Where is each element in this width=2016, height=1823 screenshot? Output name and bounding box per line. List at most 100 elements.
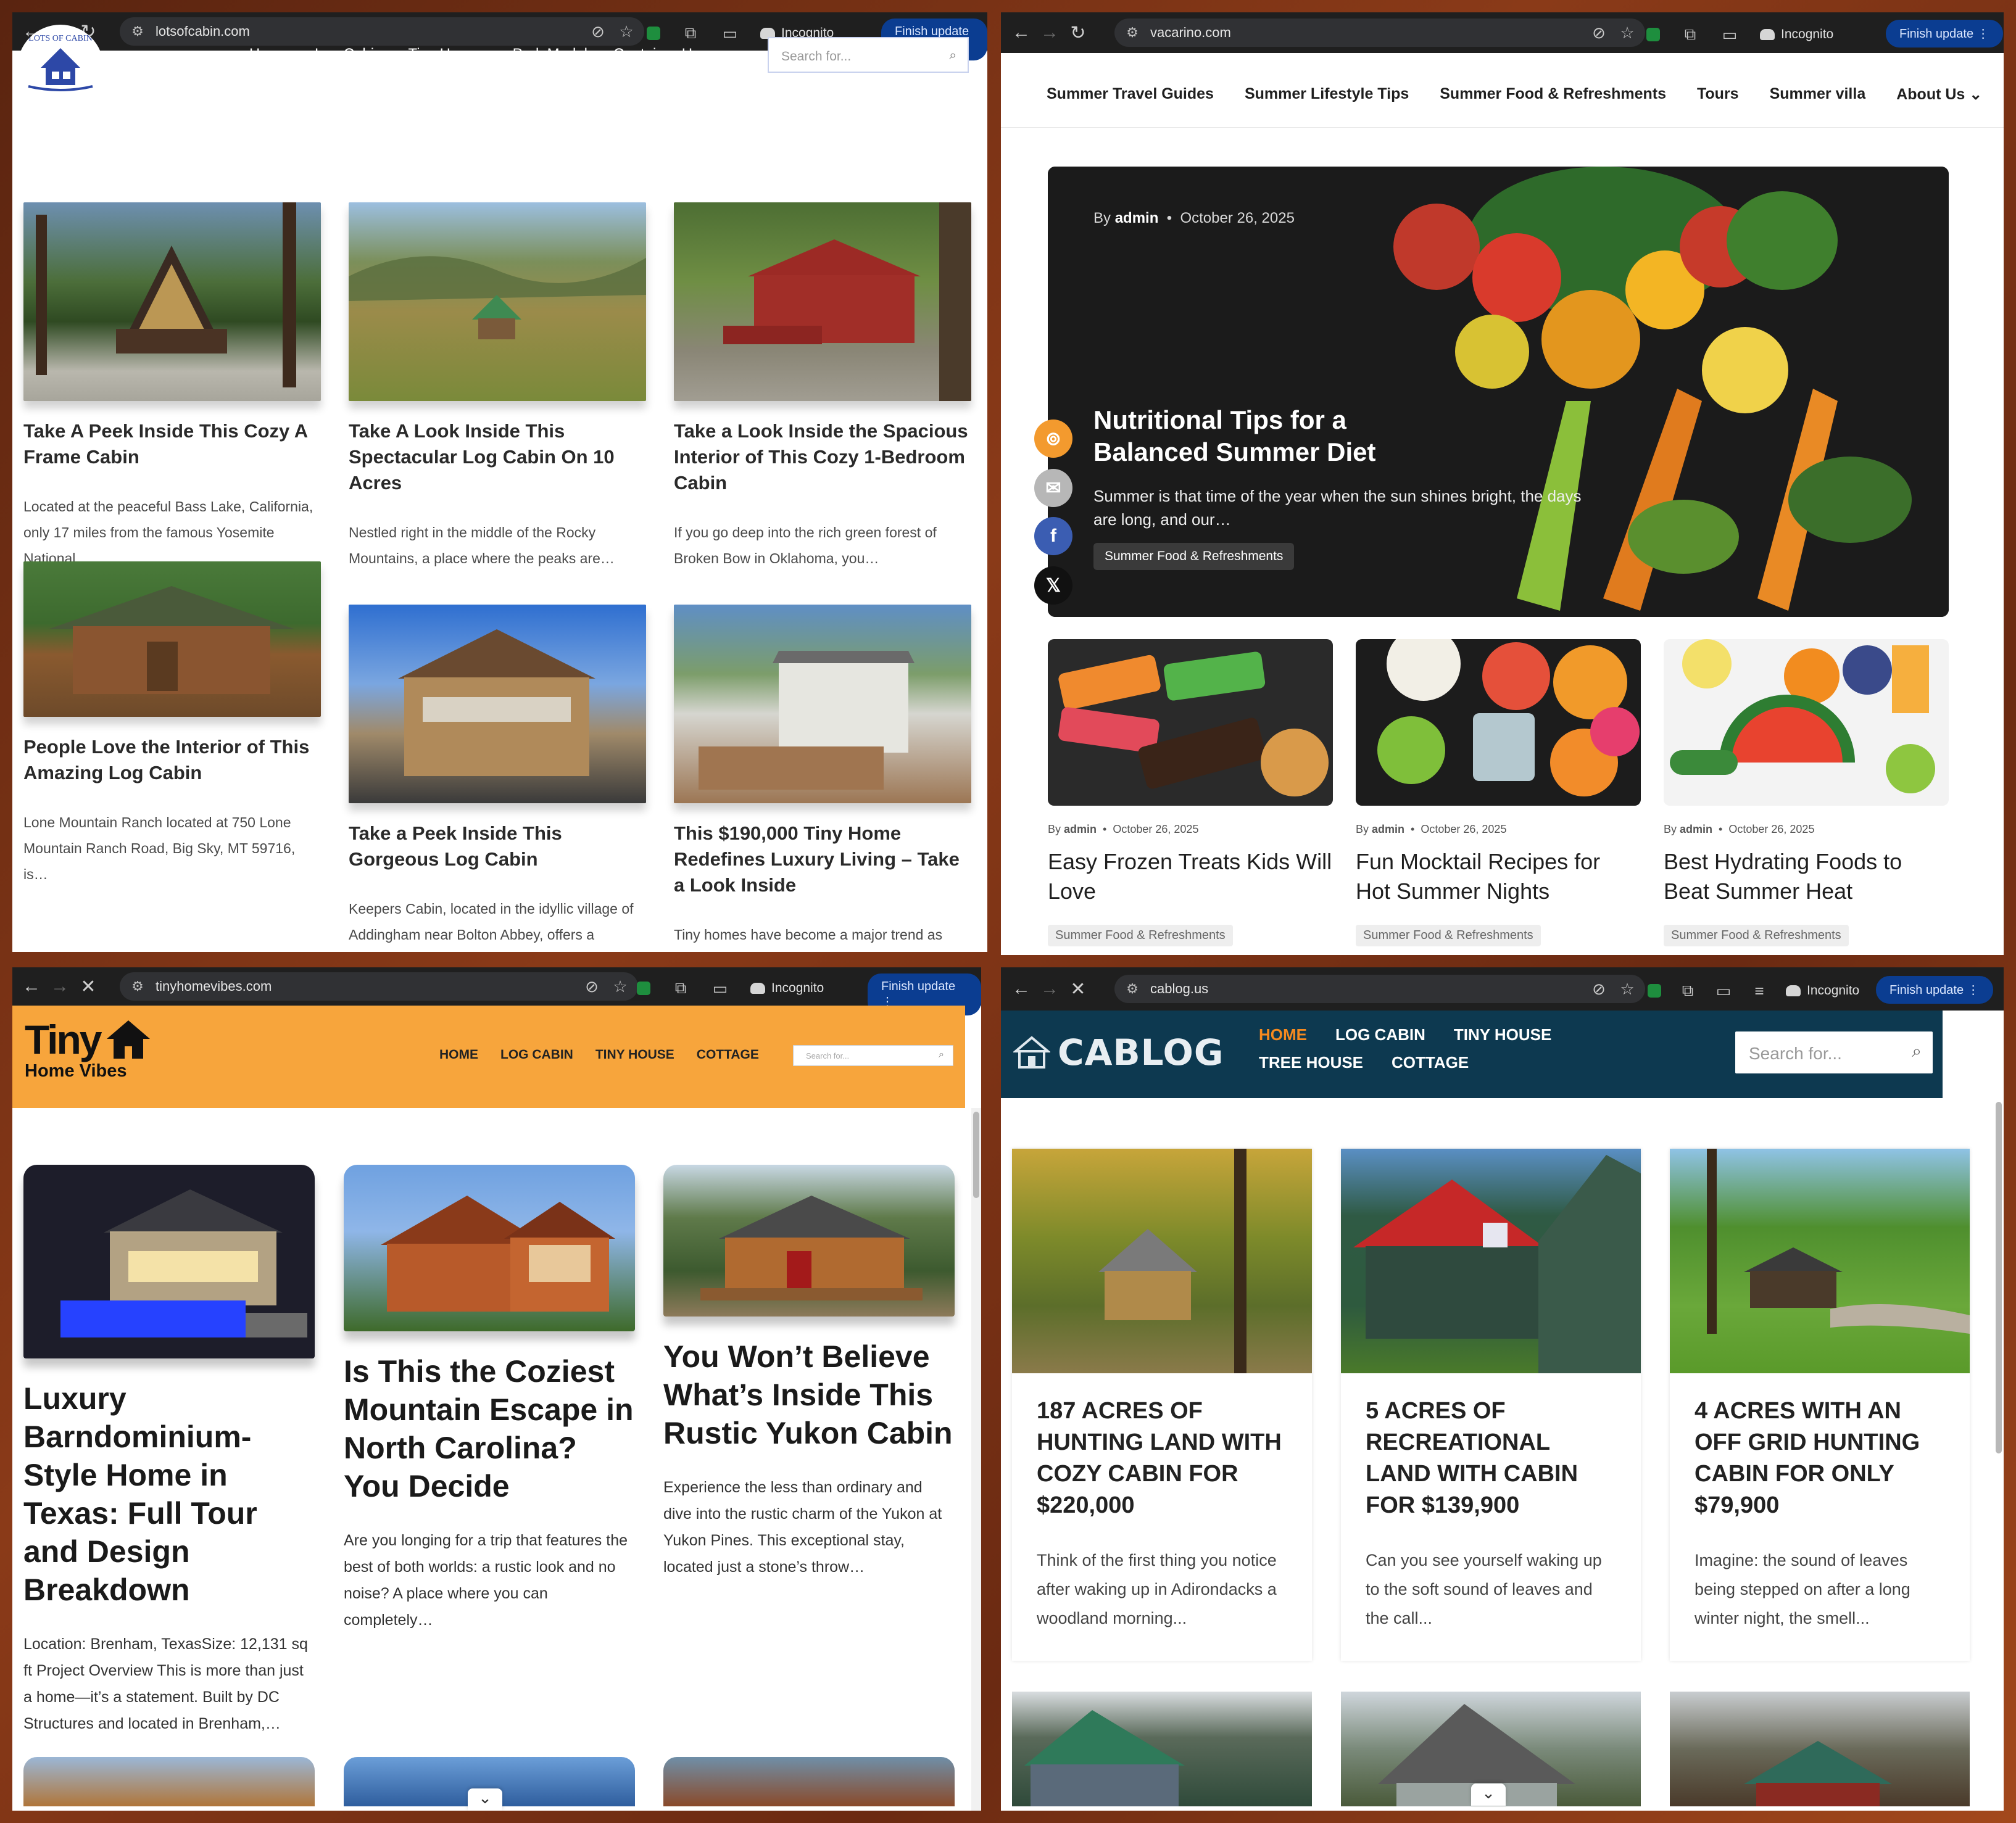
eye-off-icon[interactable]: ⊘ — [589, 22, 607, 41]
tab-search-icon[interactable]: ▭ — [711, 979, 729, 998]
post-image[interactable] — [674, 202, 971, 401]
facebook-icon[interactable]: f — [1034, 517, 1072, 555]
post-title[interactable]: Take a Peek Inside This Gorgeous Log Cab… — [349, 821, 646, 872]
rss-icon[interactable]: ⊚ — [1034, 420, 1072, 458]
post-image[interactable] — [23, 202, 321, 401]
post-card[interactable]: Is This the Coziest Mountain Escape in N… — [344, 1165, 635, 1634]
author-name[interactable]: admin — [1115, 210, 1159, 226]
site-info-icon[interactable]: ⚙ — [120, 23, 156, 39]
site-logo[interactable]: Tiny Home Vibes — [25, 1017, 153, 1081]
incognito-indicator[interactable]: Incognito — [1786, 983, 1859, 998]
nav-summer-food[interactable]: Summer Food & Refreshments — [1440, 85, 1666, 104]
post-title[interactable]: 187 ACRES OF HUNTING LAND WITH COZY CABI… — [1037, 1395, 1287, 1521]
post-card[interactable]: 4 ACRES WITH AN OFF GRID HUNTING CABIN F… — [1670, 1149, 1970, 1661]
post-title[interactable]: Is This the Coziest Mountain Escape in N… — [344, 1352, 635, 1505]
nav-container-homes[interactable]: Container Homes — [613, 46, 729, 63]
post-image[interactable] — [1341, 1149, 1641, 1373]
scrollbar-thumb[interactable] — [973, 1112, 979, 1198]
search-input[interactable]: Search for... ⌕ — [1735, 1031, 1933, 1073]
post-card[interactable]: By admin • October 26, 2025 Easy Frozen … — [1048, 639, 1333, 946]
extension-icon[interactable] — [1646, 28, 1660, 41]
extensions-puzzle-icon[interactable]: ⧉ — [671, 978, 690, 998]
nav-log-cabin[interactable]: LOG CABIN — [1335, 1025, 1425, 1044]
address-bar[interactable]: ⚙ lotsofcabin.com ⊘ ☆ — [120, 17, 644, 46]
post-card[interactable]: This $190,000 Tiny Home Redefines Luxury… — [674, 605, 971, 948]
post-image[interactable] — [349, 202, 646, 401]
post-image[interactable] — [23, 1165, 315, 1358]
nav-log-cabin[interactable]: LOG CABIN — [500, 1048, 573, 1062]
forward-icon[interactable]: → — [1035, 22, 1064, 43]
post-image[interactable] — [1670, 1692, 1970, 1806]
post-title[interactable]: Easy Frozen Treats Kids Will Love — [1048, 847, 1333, 906]
post-card[interactable]: People Love the Interior of This Amazing… — [23, 561, 321, 887]
extensions-puzzle-icon[interactable]: ⧉ — [1681, 25, 1699, 44]
post-card[interactable]: 5 ACRES OF RECREATIONAL LAND WITH CABIN … — [1341, 1149, 1641, 1661]
forward-icon[interactable]: → — [1035, 978, 1064, 999]
search-icon[interactable]: ⌕ — [939, 1049, 944, 1060]
post-image[interactable] — [1670, 1149, 1970, 1373]
extensions-puzzle-icon[interactable]: ⧉ — [681, 23, 700, 43]
reload-icon[interactable]: ↻ — [1064, 22, 1092, 44]
nav-about-us[interactable]: About Us ⌄ — [1896, 85, 1982, 104]
tab-search-icon[interactable]: ▭ — [1720, 25, 1739, 44]
post-card[interactable]: Take A Peek Inside This Cozy A Frame Cab… — [23, 202, 321, 571]
post-title[interactable]: Take a Look Inside the Spacious Interior… — [674, 418, 971, 496]
eye-off-icon[interactable]: ⊘ — [1590, 23, 1608, 43]
media-controls-icon[interactable]: ≡ — [1750, 982, 1769, 1001]
post-title[interactable]: Take A Peek Inside This Cozy A Frame Cab… — [23, 418, 321, 470]
search-icon[interactable]: ⌕ — [1912, 1041, 1922, 1062]
post-image[interactable] — [23, 561, 321, 717]
post-image[interactable] — [674, 605, 971, 803]
post-image[interactable] — [1012, 1692, 1312, 1806]
nav-summer-travel-guides[interactable]: Summer Travel Guides — [1047, 85, 1214, 104]
back-icon[interactable]: ← — [17, 976, 46, 997]
post-image[interactable] — [1356, 639, 1641, 806]
nav-home[interactable]: Home — [249, 46, 289, 63]
post-image[interactable] — [349, 605, 646, 803]
post-title[interactable]: Fun Mocktail Recipes for Hot Summer Nigh… — [1356, 847, 1641, 906]
featured-post[interactable]: By admin • October 26, 2025 Nutritional … — [1048, 167, 1949, 617]
post-card[interactable]: By admin • October 26, 2025 Best Hydrati… — [1664, 639, 1949, 946]
x-icon[interactable]: 𝕏 — [1034, 566, 1072, 605]
back-icon[interactable]: ← — [1007, 978, 1035, 999]
eye-off-icon[interactable]: ⊘ — [583, 977, 601, 996]
post-title[interactable]: Take A Look Inside This Spectacular Log … — [349, 418, 646, 496]
bookmark-star-icon[interactable]: ☆ — [1618, 980, 1636, 999]
category-badge[interactable]: Summer Food & Refreshments — [1093, 543, 1295, 570]
nav-park-model[interactable]: Park Model — [513, 46, 587, 63]
post-image[interactable] — [344, 1165, 635, 1331]
scrollbar[interactable] — [971, 1108, 981, 1811]
post-card[interactable]: By admin • October 26, 2025 Fun Mocktail… — [1356, 639, 1641, 946]
post-title[interactable]: This $190,000 Tiny Home Redefines Luxury… — [674, 821, 971, 898]
nav-cottage[interactable]: COTTAGE — [697, 1048, 759, 1062]
nav-tree-house[interactable]: TREE HOUSE — [1259, 1053, 1363, 1072]
address-bar[interactable]: ⚙ vacarino.com ⊘ ☆ — [1114, 19, 1645, 47]
post-card[interactable]: 187 ACRES OF HUNTING LAND WITH COZY CABI… — [1012, 1149, 1312, 1661]
author-name[interactable]: admin — [1064, 823, 1097, 835]
nav-summer-villa[interactable]: Summer villa — [1770, 85, 1866, 104]
featured-title[interactable]: Nutritional Tips for a Balanced Summer D… — [1093, 404, 1439, 468]
stop-loading-icon[interactable]: ✕ — [1064, 978, 1092, 1000]
extension-icon[interactable] — [647, 27, 660, 40]
post-card[interactable]: Take A Look Inside This Spectacular Log … — [349, 202, 646, 571]
post-image[interactable] — [1012, 1149, 1312, 1373]
category-badge[interactable]: Summer Food & Refreshments — [1664, 925, 1849, 946]
nav-tiny-homes[interactable]: Tiny Homes — [408, 46, 486, 63]
category-badge[interactable]: Summer Food & Refreshments — [1048, 925, 1233, 946]
eye-off-icon[interactable]: ⊘ — [1590, 980, 1608, 999]
address-bar[interactable]: ⚙ tinyhomevibes.com ⊘ ☆ — [120, 972, 638, 1001]
post-image[interactable] — [663, 1757, 955, 1806]
bookmark-star-icon[interactable]: ☆ — [611, 977, 629, 996]
nav-log-cabin[interactable]: Log Cabin — [315, 46, 382, 63]
site-logo[interactable]: CABLOG — [1013, 1031, 1224, 1073]
post-title[interactable]: You Won’t Believe What’s Inside This Rus… — [663, 1337, 955, 1452]
bookmark-star-icon[interactable]: ☆ — [1618, 23, 1636, 43]
scrollbar-thumb[interactable] — [1996, 1102, 2002, 1453]
extension-icon[interactable] — [637, 982, 650, 995]
post-card[interactable]: Luxury Barndominium-Style Home in Texas:… — [23, 1165, 315, 1737]
site-info-icon[interactable]: ⚙ — [120, 978, 156, 994]
search-input[interactable]: Search for... ⌕ — [768, 37, 969, 73]
nav-tours[interactable]: Tours — [1697, 85, 1739, 104]
finish-update-button[interactable]: Finish update ⋮ — [1876, 976, 1993, 1004]
author-name[interactable]: admin — [1680, 823, 1712, 835]
